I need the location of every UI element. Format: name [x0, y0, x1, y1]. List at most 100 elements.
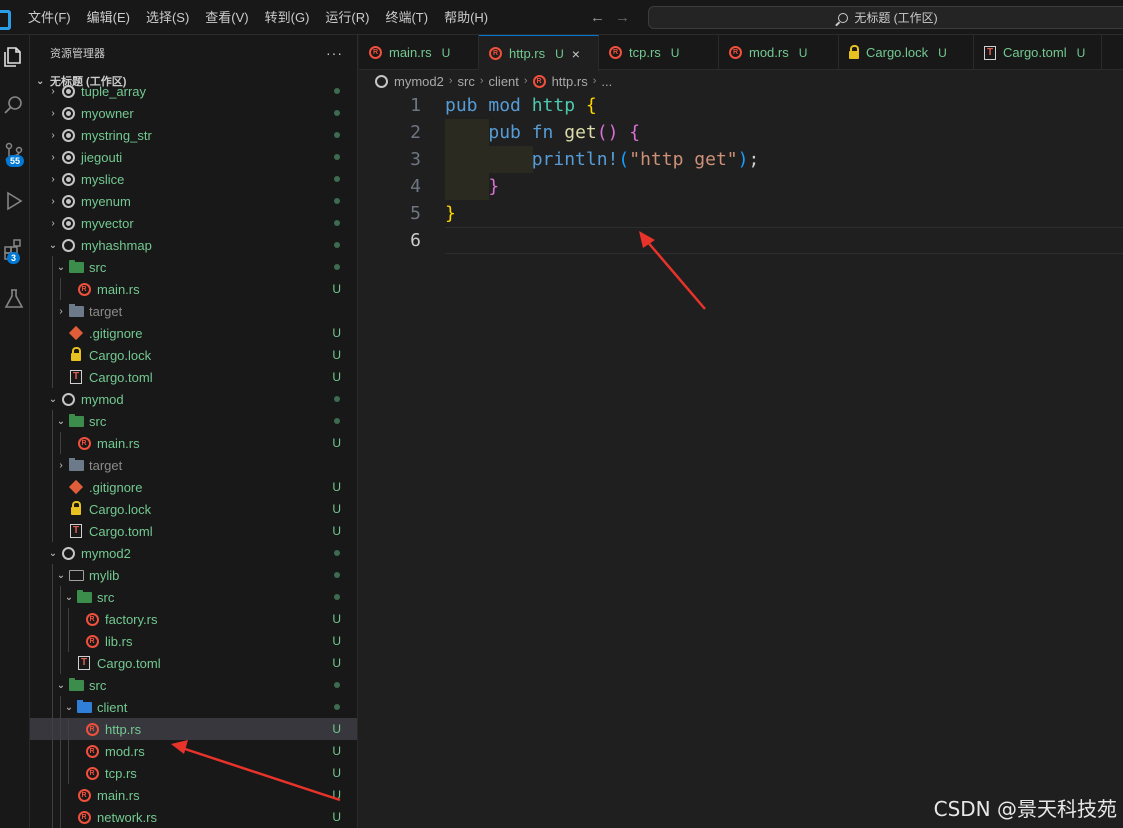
tab-cargo-lock[interactable]: Cargo.lock U [839, 35, 974, 70]
tree-item-label: myhashmap [81, 237, 152, 253]
menu-item[interactable]: 编辑(E) [79, 0, 138, 35]
indent-guide [60, 718, 61, 740]
tree-item[interactable]: ⌄ mymod [30, 388, 357, 410]
tree-item[interactable]: ⌄ myhashmap [30, 234, 357, 256]
chevron-down-icon: ⌄ [56, 415, 66, 427]
close-icon[interactable]: × [572, 46, 580, 62]
modified-dot [334, 88, 340, 94]
breadcrumb-item[interactable]: Rhttp.rs [532, 74, 588, 89]
tree-item[interactable]: Rfactory.rs U [30, 608, 357, 630]
tab-mod-rs[interactable]: Rmod.rs U [719, 35, 839, 70]
code-line[interactable]: 1 pub mod http { [359, 92, 1123, 119]
tree-item[interactable]: › target [30, 454, 357, 476]
tree-item[interactable]: › tuple_array [30, 80, 357, 102]
tree-item[interactable]: Rtcp.rs U [30, 762, 357, 784]
tree-item[interactable]: Cargo.lock U [30, 498, 357, 520]
code-line[interactable]: 3 println!("http get"); [359, 146, 1123, 173]
chevron-right-icon: › [51, 85, 55, 97]
line-number: 6 [410, 230, 421, 251]
file-icon-slot [68, 413, 84, 429]
chevron-right-icon: › [51, 173, 55, 185]
tree-item[interactable]: T Cargo.toml U [30, 520, 357, 542]
tree-item[interactable]: › mystring_str [30, 124, 357, 146]
menu-item[interactable]: 终端(T) [377, 0, 436, 35]
arrow-right-icon[interactable]: → [615, 9, 630, 26]
modified-dot [334, 242, 340, 248]
more-actions-icon[interactable]: ··· [326, 45, 343, 61]
code-token: ( [618, 149, 630, 170]
menu-item[interactable]: 帮助(H) [436, 0, 496, 35]
tree-item[interactable]: ⌄ src [30, 256, 357, 278]
tree-item[interactable]: Rnetwork.rs U [30, 806, 357, 828]
modified-dot [334, 198, 340, 204]
tree-item-label: myowner [81, 105, 134, 121]
indent-guide [52, 476, 53, 498]
tree-item[interactable]: › myowner [30, 102, 357, 124]
tree-item[interactable]: Rmain.rs U [30, 432, 357, 454]
breadcrumb-item[interactable]: ... [601, 74, 612, 89]
modified-dot [334, 704, 340, 710]
tree-item[interactable]: Rlib.rs U [30, 630, 357, 652]
search-icon[interactable] [0, 85, 30, 125]
run-debug-icon[interactable] [0, 181, 30, 221]
tree-item[interactable]: T Cargo.toml U [30, 652, 357, 674]
tree-item[interactable]: › myenum [30, 190, 357, 212]
tab-http-rs[interactable]: Rhttp.rs U × [479, 35, 599, 71]
tree-item[interactable]: › myvector [30, 212, 357, 234]
rust-module-icon [61, 546, 75, 560]
menu-item[interactable]: 查看(V) [197, 0, 256, 35]
tree-item[interactable]: Rmain.rs U [30, 784, 357, 806]
file-icon-slot [76, 699, 92, 715]
tree-item[interactable]: .gitignore U [30, 322, 357, 344]
menu-item[interactable]: 转到(G) [257, 0, 318, 35]
breadcrumb-item[interactable]: client [489, 74, 519, 89]
tree-item[interactable]: ⌄ src [30, 410, 357, 432]
file-icon-slot [60, 237, 76, 253]
tree-item[interactable]: › myslice [30, 168, 357, 190]
code-editor[interactable]: 1 pub mod http {2 pub fn get() {3 println… [359, 92, 1123, 828]
testing-flask-icon[interactable] [0, 279, 30, 319]
tree-item[interactable]: Rmod.rs U [30, 740, 357, 762]
tab-main-rs[interactable]: Rmain.rs U [359, 35, 479, 70]
code-line[interactable]: 2 pub fn get() { [359, 119, 1123, 146]
file-icon-slot [68, 325, 84, 341]
arrow-left-icon[interactable]: ← [590, 9, 605, 26]
menu-item[interactable]: 文件(F) [20, 0, 79, 35]
tree-item[interactable]: ⌄ src [30, 674, 357, 696]
tree-item[interactable]: Rhttp.rs U [30, 718, 357, 740]
tree-item[interactable]: ⌄ mymod2 [30, 542, 357, 564]
breadcrumb-item[interactable]: src [458, 74, 475, 89]
chevron-right-icon: › [59, 459, 63, 471]
indent-guide [52, 366, 53, 388]
code-line[interactable]: 4 } [359, 173, 1123, 200]
source-control-icon[interactable] [0, 133, 30, 173]
explorer-icon[interactable] [0, 37, 30, 77]
code-line[interactable]: 5} [359, 200, 1123, 227]
command-center[interactable]: 无标题 (工作区) [648, 6, 1123, 29]
tree-item[interactable]: Cargo.lock U [30, 344, 357, 366]
tree-item[interactable]: Rmain.rs U [30, 278, 357, 300]
tree-item[interactable]: T Cargo.toml U [30, 366, 357, 388]
tab-cargo-toml[interactable]: T Cargo.toml U [974, 35, 1102, 70]
indent-guide [52, 586, 53, 608]
breadcrumb-item[interactable]: mymod2 [375, 74, 444, 89]
menu-item[interactable]: 运行(R) [317, 0, 377, 35]
tree-item[interactable]: .gitignore U [30, 476, 357, 498]
tab-label: http.rs [509, 46, 546, 61]
tree-item[interactable]: ⌄ mylib [30, 564, 357, 586]
tree-item[interactable]: ⌄ client [30, 696, 357, 718]
tab-tcp-rs[interactable]: Rtcp.rs U [599, 35, 719, 70]
tree-item[interactable]: › jiegouti [30, 146, 357, 168]
toml-file-icon: T [70, 524, 82, 538]
tree-item[interactable]: ⌄ src [30, 586, 357, 608]
code-line[interactable]: 6 [359, 227, 1123, 254]
menu-item[interactable]: 选择(S) [138, 0, 197, 35]
rust-module-icon [61, 172, 75, 186]
tree-item-label: jiegouti [81, 149, 123, 165]
tree-item[interactable]: › target [30, 300, 357, 322]
indent-guide [52, 740, 53, 762]
line-number: 1 [410, 95, 421, 116]
